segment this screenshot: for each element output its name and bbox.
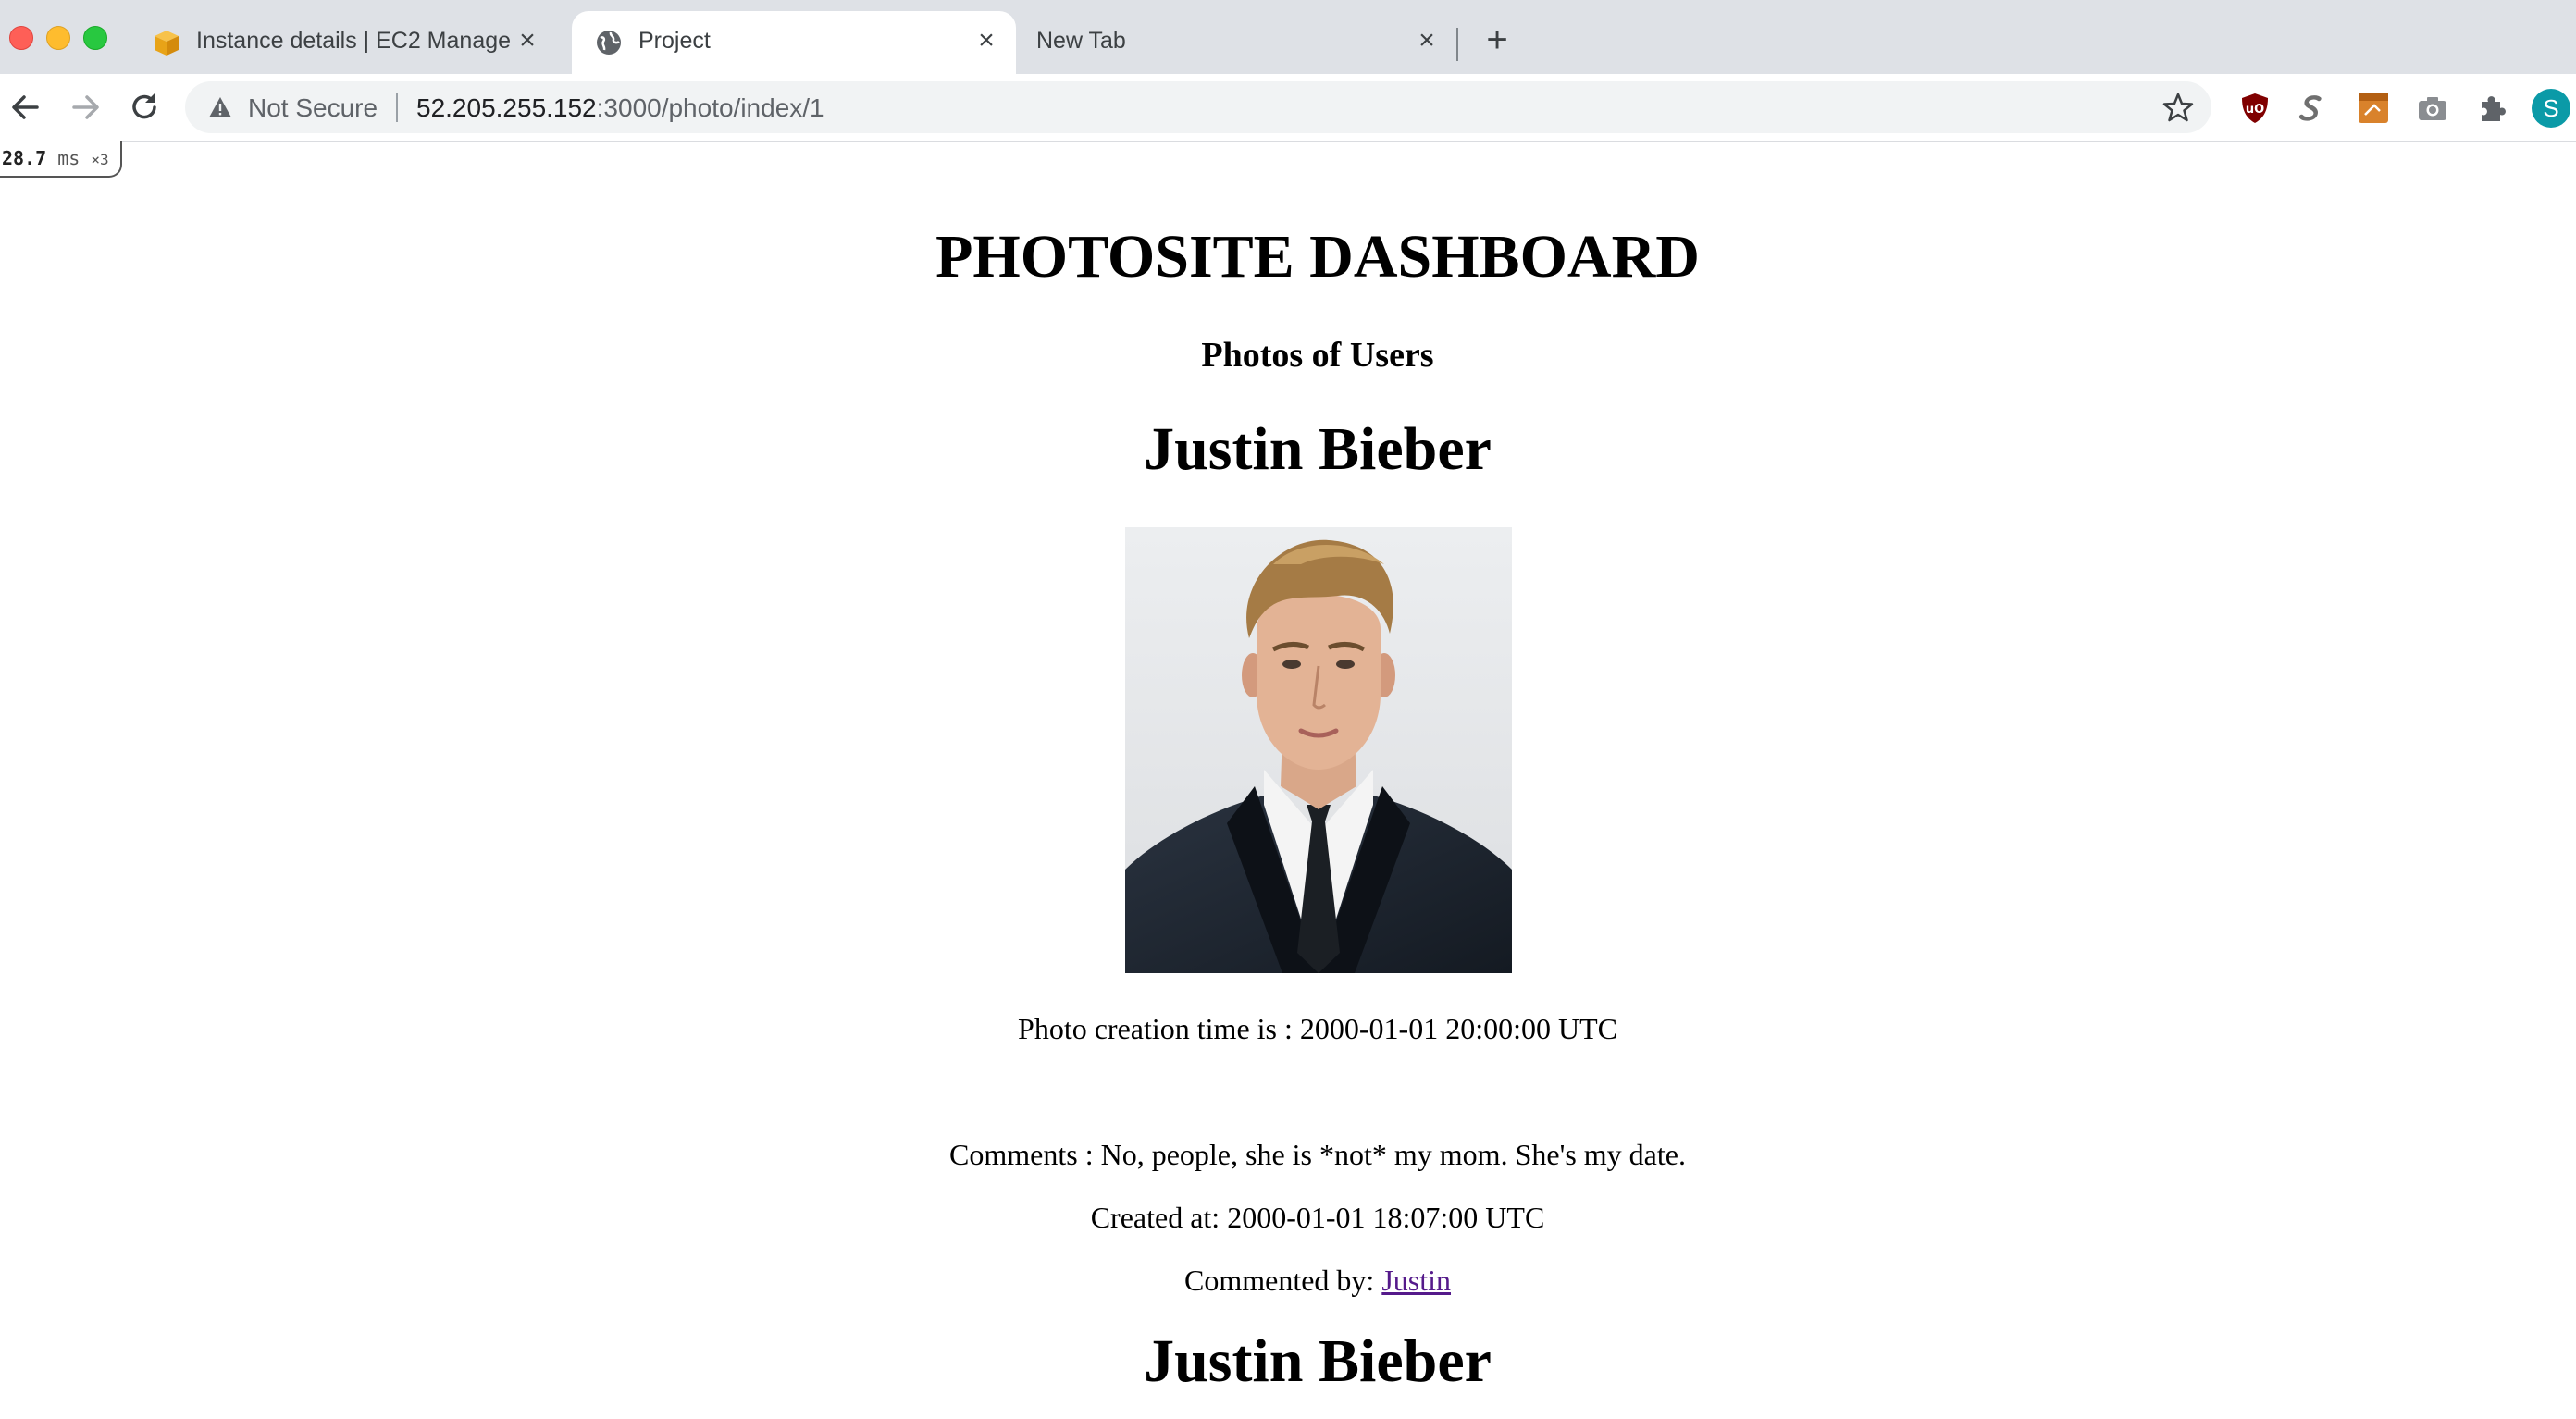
url-host: 52.205.255.152 [416,93,597,122]
page-content: PHOTOSITE DASHBOARD Photos of Users Just… [0,142,2576,1419]
ublock-origin-icon[interactable]: uO [2237,91,2273,126]
tab-close-button[interactable]: × [1410,24,1443,57]
commented-by: Commented by: Justin [0,1264,2576,1298]
tab-separator [1456,28,1458,61]
commented-by-label: Commented by: [1184,1264,1382,1297]
url-text[interactable]: 52.205.255.152:3000/photo/index/1 [416,93,824,123]
globe-icon [597,31,621,55]
warning-triangle-icon[interactable] [207,94,233,120]
back-arrow-icon[interactable] [6,87,46,128]
tab-strip: Instance details | EC2 Manager × Project… [0,0,2576,74]
security-status[interactable]: Not Secure [248,93,378,123]
tab-new-tab[interactable]: New Tab × [1018,11,1458,74]
profile-avatar[interactable]: S [2532,89,2570,128]
tab-close-button[interactable]: × [970,24,1003,57]
tab-close-button[interactable]: × [511,24,544,57]
user-name-heading: Justin Bieber [1144,415,1492,483]
url-path: :3000/photo/index/1 [596,93,824,122]
user-photo[interactable] [1125,527,1512,973]
comment-text: Comments : No, people, she is *not* my m… [949,1138,1686,1171]
page-subtitle: Photos of Users [1201,336,1434,375]
window-minimize-button[interactable] [46,26,70,50]
forward-arrow-icon[interactable] [65,87,105,128]
puzzle-icon[interactable] [2474,91,2509,126]
window-maximize-button[interactable] [83,26,107,50]
tab-title: Project [638,28,711,54]
svg-text:uO: uO [2246,103,2264,117]
address-bar[interactable]: Not Secure 52.205.255.152:3000/photo/ind… [185,81,2211,133]
photo-creation-time: Photo creation time is : 2000-01-01 20:0… [1018,1012,1617,1045]
s-extension-icon[interactable] [2297,91,2332,126]
notes-extension-icon[interactable] [2356,91,2391,126]
reload-icon[interactable] [124,87,165,128]
address-divider [396,93,398,122]
tab-ec2-instance[interactable]: Instance details | EC2 Manager × [139,11,564,74]
new-tab-button[interactable]: + [1477,20,1517,61]
bookmark-star-icon[interactable] [2161,91,2195,124]
user-name-heading: Justin Bieber [1144,1327,1492,1395]
tab-project[interactable]: Project × [572,11,1016,74]
aws-box-icon [155,31,179,56]
comment-created-at: Created at: 2000-01-01 18:07:00 UTC [1090,1201,1545,1234]
tab-title: Instance details | EC2 Manager [196,28,511,54]
commenter-link[interactable]: Justin [1381,1264,1451,1297]
camera-icon[interactable] [2415,91,2450,126]
tab-title: New Tab [1036,28,1126,54]
page-title: PHOTOSITE DASHBOARD [935,223,1700,290]
browser-toolbar: Not Secure 52.205.255.152:3000/photo/ind… [0,74,2576,142]
window-close-button[interactable] [9,26,33,50]
